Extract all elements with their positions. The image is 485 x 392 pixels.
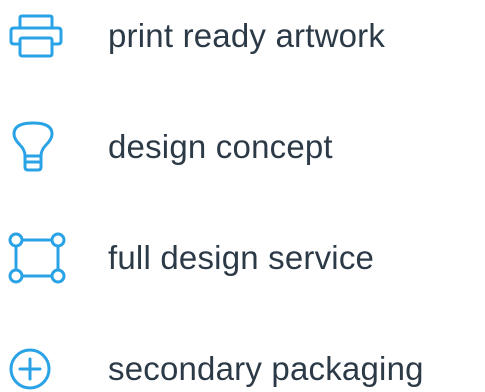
item-label: full design service [108,239,375,276]
lightbulb-icon [8,117,68,177]
plus-circle-icon [8,339,68,392]
item-label: design concept [108,128,333,165]
printer-icon [8,6,68,66]
item-label: secondary packaging [108,350,424,387]
vector-nodes-icon [8,228,68,288]
service-list: print ready artwork design concept full … [0,0,485,392]
item-label: print ready artwork [108,17,386,54]
